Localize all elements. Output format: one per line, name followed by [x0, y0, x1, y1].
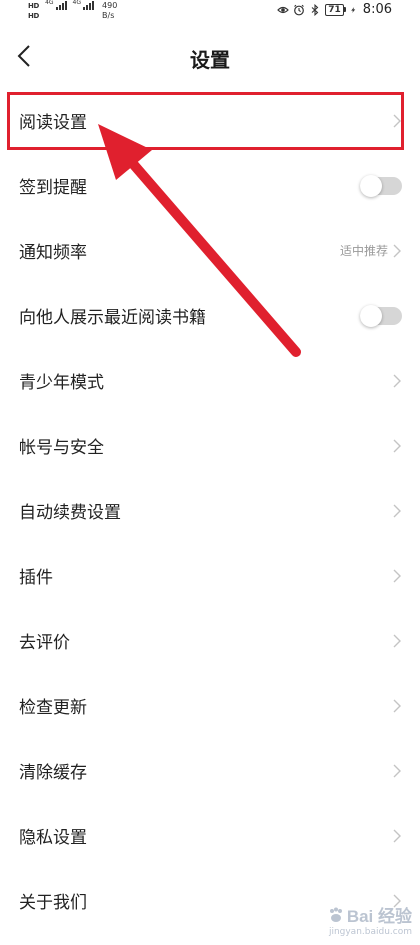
chevron-right-icon: [393, 114, 401, 127]
chevron-right-icon: [393, 764, 401, 777]
settings-item-check-update[interactable]: 检查更新: [0, 673, 420, 738]
hd-badge: HD: [28, 2, 40, 10]
settings-item-account-security[interactable]: 帐号与安全: [0, 413, 420, 478]
settings-item-auto-renew[interactable]: 自动续费设置: [0, 478, 420, 543]
settings-item-label: 隐私设置: [19, 828, 87, 848]
settings-item-label: 帐号与安全: [19, 438, 104, 458]
settings-item-label: 检查更新: [19, 698, 87, 718]
chevron-right-icon: [393, 569, 401, 582]
battery-level: 71: [325, 3, 344, 16]
speed-value: 490: [102, 1, 118, 10]
settings-list: 阅读设置 签到提醒 通知频率 适中推荐 向他人展示最近阅读书籍 青少年模式 帐号…: [0, 88, 420, 933]
chevron-right-icon: [393, 829, 401, 842]
settings-item-privacy[interactable]: 隐私设置: [0, 803, 420, 868]
settings-item-show-recent-books[interactable]: 向他人展示最近阅读书籍: [0, 283, 420, 348]
settings-item-checkin-reminder[interactable]: 签到提醒: [0, 153, 420, 218]
baidu-watermark: Bai 经验 jingyan.baidu.com: [327, 902, 412, 937]
settings-item-label: 插件: [19, 568, 53, 588]
chevron-right-icon: [393, 634, 401, 647]
nav-bar: 设置: [0, 26, 420, 88]
settings-item-label: 向他人展示最近阅读书籍: [19, 308, 206, 328]
alarm-icon: [294, 4, 305, 15]
network-label: 4G: [72, 0, 82, 6]
chevron-right-icon: [393, 504, 401, 517]
battery-icon: 71: [325, 3, 346, 16]
settings-item-reading[interactable]: 阅读设置: [0, 88, 420, 153]
settings-item-label: 通知频率: [19, 243, 87, 263]
speed-unit: B/s: [102, 11, 115, 20]
settings-item-clear-cache[interactable]: 清除缓存: [0, 738, 420, 803]
signal-icon: 4G: [45, 0, 67, 10]
settings-item-teen-mode[interactable]: 青少年模式: [0, 348, 420, 413]
settings-item-rate-app[interactable]: 去评价: [0, 608, 420, 673]
chevron-right-icon: [393, 699, 401, 712]
settings-item-label: 签到提醒: [19, 178, 87, 198]
settings-item-label: 青少年模式: [19, 373, 104, 393]
settings-item-plugins[interactable]: 插件: [0, 543, 420, 608]
status-bar: HD HD 4G 4G 490 B/s 71 8:06: [0, 0, 420, 26]
signal-icon: 4G: [72, 0, 95, 10]
hd-badge: HD: [28, 12, 40, 20]
settings-item-notification-frequency[interactable]: 通知频率 适中推荐: [0, 218, 420, 283]
settings-item-label: 清除缓存: [19, 763, 87, 783]
status-bar-right: 71 8:06: [277, 2, 392, 17]
chevron-right-icon: [393, 244, 401, 257]
eye-icon: [277, 6, 290, 13]
watermark-text: Bai 经验: [346, 907, 412, 926]
charging-icon: [350, 6, 356, 13]
page-title: 设置: [190, 48, 230, 72]
bluetooth-icon: [311, 3, 319, 16]
chevron-right-icon: [393, 439, 401, 452]
settings-item-label: 自动续费设置: [19, 503, 121, 523]
settings-item-value: 适中推荐: [339, 244, 388, 258]
network-speed: 490 B/s: [100, 0, 117, 20]
show-recent-books-toggle[interactable]: [360, 304, 402, 327]
clock-time: 8:06: [362, 2, 392, 17]
paw-logo-icon: [329, 907, 342, 922]
watermark-url: jingyan.baidu.com: [328, 927, 412, 937]
chevron-right-icon: [393, 374, 401, 387]
settings-item-label: 去评价: [19, 633, 70, 653]
checkin-reminder-toggle[interactable]: [360, 174, 402, 197]
hd-badges: HD HD: [28, 2, 39, 20]
network-label: 4G: [45, 0, 54, 6]
settings-item-label: 阅读设置: [19, 113, 87, 133]
status-bar-left: HD HD 4G 4G 490 B/s: [28, 0, 117, 20]
